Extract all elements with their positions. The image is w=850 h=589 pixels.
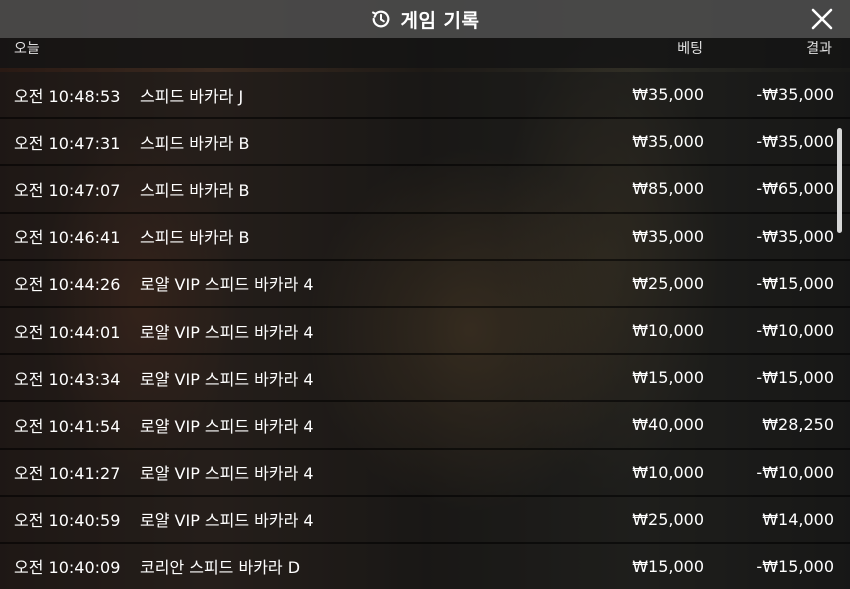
row-result: -₩65,000 (756, 179, 834, 199)
row-time: 오전 10:41:54 (14, 416, 121, 436)
row-bet: ₩15,000 (632, 556, 704, 576)
row-game: 로얄 VIP 스피드 바카라 4 (140, 369, 314, 389)
row-game: 로얄 VIP 스피드 바카라 4 (140, 464, 314, 484)
row-game: 로얄 VIP 스피드 바카라 4 (140, 511, 314, 531)
row-bet: ₩40,000 (632, 415, 704, 435)
column-header-date: 오늘 (14, 41, 40, 57)
history-row[interactable]: 오전 10:43:34 로얄 VIP 스피드 바카라 4 ₩15,000 -₩1… (0, 355, 850, 403)
row-game: 스피드 바카라 B (140, 180, 250, 200)
dialog-title: 게임 기록 (400, 9, 480, 32)
row-time: 오전 10:43:34 (14, 369, 121, 389)
history-row[interactable]: 오전 10:47:07 스피드 바카라 B ₩85,000 -₩65,000 (0, 166, 850, 214)
row-game: 스피드 바카라 B (140, 133, 250, 153)
row-game: 스피드 바카라 B (140, 228, 250, 248)
row-result: -₩35,000 (756, 132, 834, 152)
dialog-header: 게임 기록 (0, 0, 850, 38)
row-time: 오전 10:46:41 (14, 228, 121, 248)
row-game: 코리안 스피드 바카라 D (140, 558, 301, 578)
row-bet: ₩15,000 (632, 368, 704, 388)
row-game: 로얄 VIP 스피드 바카라 4 (140, 416, 314, 436)
row-result: -₩15,000 (756, 273, 834, 293)
history-row[interactable]: 오전 10:41:27 로얄 VIP 스피드 바카라 4 ₩10,000 -₩1… (0, 449, 850, 497)
row-bet: ₩10,000 (632, 462, 704, 482)
row-time: 오전 10:40:09 (14, 558, 121, 578)
row-time: 오전 10:48:53 (14, 86, 121, 106)
history-list: 오전 10:48:53 스피드 바카라 J ₩35,000 -₩35,000 오… (0, 72, 850, 589)
row-time: 오전 10:44:26 (14, 275, 121, 295)
history-row[interactable]: 오전 10:46:41 스피드 바카라 B ₩35,000 -₩35,000 (0, 213, 850, 261)
row-bet: ₩35,000 (632, 226, 704, 246)
scrollbar-thumb[interactable] (837, 128, 842, 233)
history-row[interactable]: 오전 10:44:26 로얄 VIP 스피드 바카라 4 ₩25,000 -₩1… (0, 260, 850, 308)
history-row[interactable]: 오전 10:41:54 로얄 VIP 스피드 바카라 4 ₩40,000 ₩28… (0, 402, 850, 450)
row-game: 로얄 VIP 스피드 바카라 4 (140, 275, 314, 295)
row-bet: ₩35,000 (632, 132, 704, 152)
history-row[interactable]: 오전 10:44:01 로얄 VIP 스피드 바카라 4 ₩10,000 -₩1… (0, 307, 850, 356)
column-header-result: 결과 (806, 41, 832, 57)
row-result: -₩15,000 (756, 556, 834, 576)
row-bet: ₩35,000 (632, 85, 704, 105)
row-game: 스피드 바카라 J (140, 86, 244, 106)
row-bet: ₩10,000 (632, 321, 704, 341)
row-game: 로얄 VIP 스피드 바카라 4 (140, 322, 314, 342)
history-row[interactable]: 오전 10:47:31 스피드 바카라 B ₩35,000 -₩35,000 (0, 119, 850, 167)
column-header-bar: 오늘 베팅 결과 (0, 38, 850, 68)
row-result: ₩28,250 (762, 415, 834, 435)
row-time: 오전 10:47:31 (14, 133, 121, 153)
row-result: -₩10,000 (756, 321, 834, 341)
row-time: 오전 10:41:27 (14, 464, 121, 484)
row-bet: ₩25,000 (632, 273, 704, 293)
row-bet: ₩85,000 (632, 179, 704, 199)
row-time: 오전 10:47:07 (14, 180, 121, 200)
history-row[interactable]: 오전 10:40:59 로얄 VIP 스피드 바카라 4 ₩25,000 ₩14… (0, 496, 850, 544)
row-result: -₩15,000 (756, 368, 834, 388)
close-icon[interactable] (810, 7, 834, 31)
column-header-bet: 베팅 (677, 41, 703, 57)
row-time: 오전 10:44:01 (14, 322, 121, 342)
row-result: -₩35,000 (756, 226, 834, 246)
row-time: 오전 10:40:59 (14, 511, 121, 531)
title-group: 게임 기록 (370, 6, 479, 33)
history-row[interactable]: 오전 10:40:09 코리안 스피드 바카라 D ₩15,000 -₩15,0… (0, 543, 850, 589)
row-bet: ₩25,000 (632, 509, 704, 529)
row-result: ₩14,000 (762, 509, 834, 529)
row-result: -₩10,000 (756, 462, 834, 482)
history-row[interactable]: 오전 10:48:53 스피드 바카라 J ₩35,000 -₩35,000 (0, 72, 850, 120)
history-icon (372, 10, 390, 28)
row-result: -₩35,000 (756, 85, 834, 105)
